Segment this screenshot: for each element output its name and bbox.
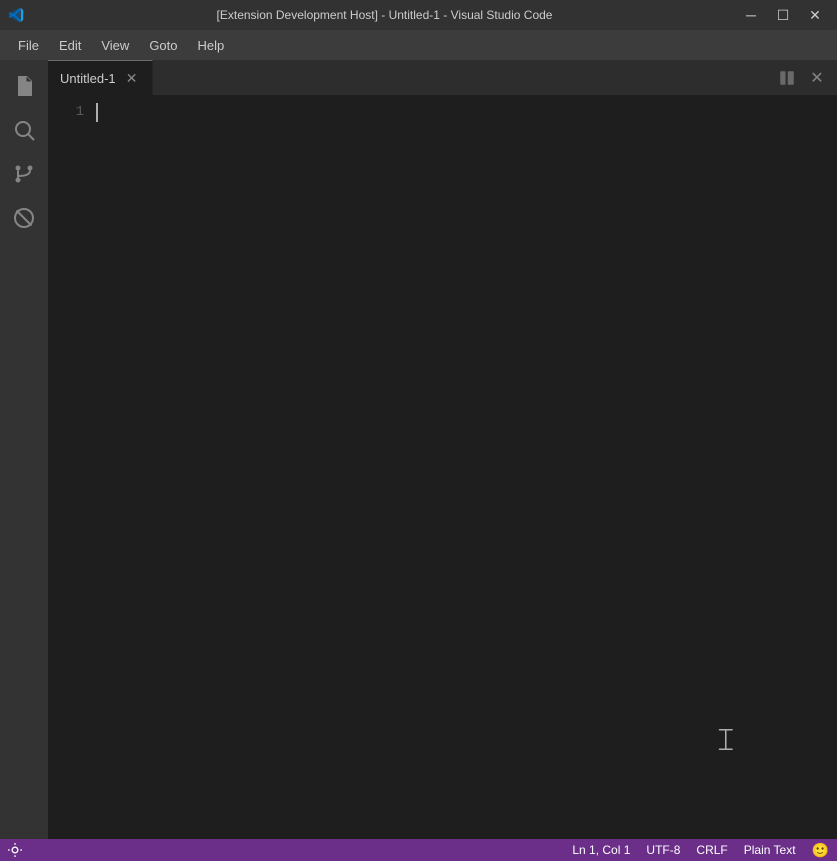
mouse-cursor-ibeam: 𝙸 <box>714 721 737 759</box>
menu-help[interactable]: Help <box>188 34 235 57</box>
menu-goto[interactable]: Goto <box>139 34 187 57</box>
status-language[interactable]: Plain Text <box>736 839 804 861</box>
title-bar: [Extension Development Host] - Untitled-… <box>0 0 837 30</box>
split-editor-button[interactable] <box>775 66 799 90</box>
editor-text-area[interactable]: 𝙸 <box>96 95 837 839</box>
line-numbers: 1 <box>48 95 96 839</box>
remote-icon <box>8 843 22 857</box>
status-right-section: Ln 1, Col 1 UTF-8 CRLF Plain Text 🙂 <box>564 839 837 861</box>
vscode-logo <box>8 7 24 23</box>
tab-bar: Untitled-1 ✕ ✕ <box>48 60 837 95</box>
window-controls: ─ ☐ ✕ <box>737 5 829 25</box>
menu-bar: File Edit View Goto Help <box>0 30 837 60</box>
minimize-button[interactable]: ─ <box>737 5 765 25</box>
menu-edit[interactable]: Edit <box>49 34 91 57</box>
status-smiley[interactable]: 🙂 <box>804 839 837 861</box>
close-editor-button[interactable]: ✕ <box>805 66 829 90</box>
cursor-line <box>96 103 837 122</box>
explorer-icon[interactable] <box>6 68 42 104</box>
tab-bar-actions: ✕ <box>775 60 837 95</box>
tab-label: Untitled-1 <box>60 71 116 86</box>
editor-area: Untitled-1 ✕ ✕ 1 <box>48 60 837 839</box>
editor-tab-untitled[interactable]: Untitled-1 ✕ <box>48 60 153 95</box>
activity-bar <box>0 60 48 839</box>
close-button[interactable]: ✕ <box>801 5 829 25</box>
status-encoding[interactable]: UTF-8 <box>638 839 688 861</box>
extensions-icon[interactable] <box>6 200 42 236</box>
tab-close-button[interactable]: ✕ <box>124 70 140 86</box>
menu-file[interactable]: File <box>8 34 49 57</box>
editor-content[interactable]: 1 𝙸 <box>48 95 837 839</box>
source-control-icon[interactable] <box>6 156 42 192</box>
status-line-ending[interactable]: CRLF <box>688 839 735 861</box>
main-area: Untitled-1 ✕ ✕ 1 <box>0 60 837 839</box>
menu-view[interactable]: View <box>91 34 139 57</box>
status-bar: Ln 1, Col 1 UTF-8 CRLF Plain Text 🙂 <box>0 839 837 861</box>
search-icon[interactable] <box>6 112 42 148</box>
text-cursor <box>96 103 98 122</box>
status-position[interactable]: Ln 1, Col 1 <box>564 839 638 861</box>
line-number-1: 1 <box>48 103 84 122</box>
status-left-section <box>0 843 30 857</box>
maximize-button[interactable]: ☐ <box>769 5 797 25</box>
window-title: [Extension Development Host] - Untitled-… <box>32 8 737 22</box>
